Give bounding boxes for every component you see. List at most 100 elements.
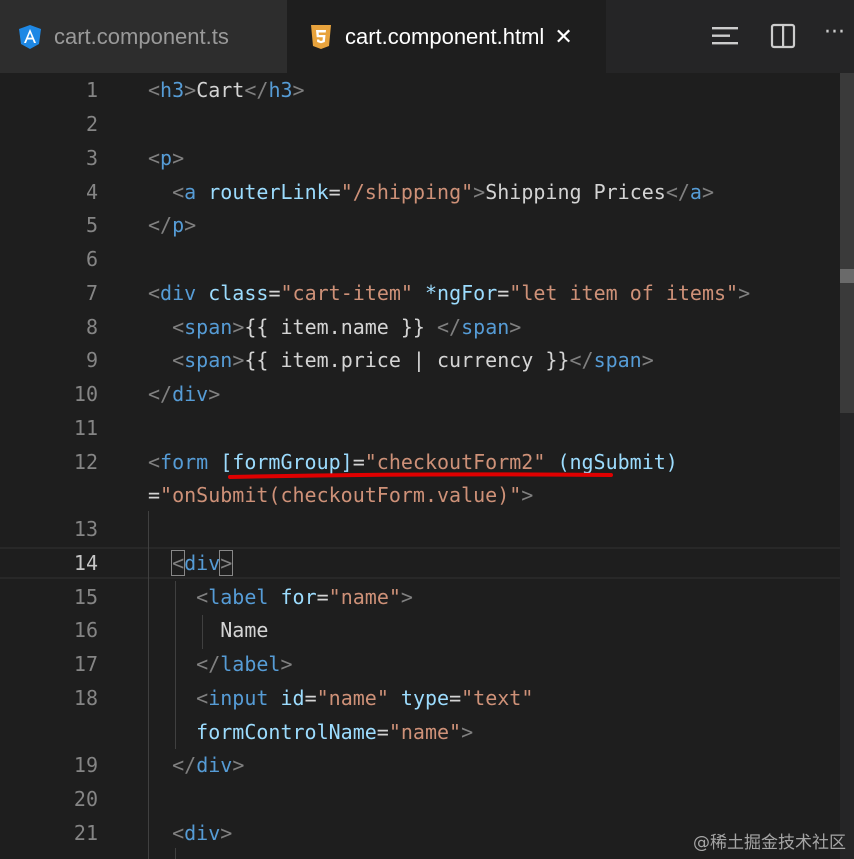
code-token: span <box>184 348 233 372</box>
code-token: h3 <box>160 78 185 102</box>
code-token: > <box>208 382 221 406</box>
line-number: 3 <box>85 146 98 170</box>
code-line: 17 </label> <box>0 647 854 681</box>
code-token: for <box>280 585 317 609</box>
code-line: 5 </p> <box>0 208 854 242</box>
code-token: = <box>376 720 389 744</box>
code-token: a <box>184 180 197 204</box>
split-editor-icon[interactable] <box>769 22 797 54</box>
line-number: 12 <box>73 450 98 474</box>
code-token: > <box>184 213 197 237</box>
line-number: 6 <box>85 247 98 271</box>
code-line: ="onSubmit(checkoutForm.value)"> <box>0 478 854 512</box>
code-token: Name <box>148 618 269 642</box>
line-number: 19 <box>73 753 98 777</box>
line-number: 10 <box>73 382 98 406</box>
code-token: "name" <box>316 686 389 710</box>
code-token: {{ item.price | currency }} <box>244 348 570 372</box>
line-number: 7 <box>85 281 98 305</box>
code-token: > <box>232 753 245 777</box>
line-code: <a routerLink="/shipping">Shipping Price… <box>148 175 714 209</box>
code-line: 16 Name <box>0 613 854 647</box>
code-token: < <box>171 550 186 576</box>
code-token: > <box>701 180 715 204</box>
code-token: > <box>461 720 474 744</box>
code-token: </ <box>172 753 197 777</box>
code-token: < <box>172 348 185 372</box>
code-token: > <box>400 585 413 609</box>
code-token: = <box>148 483 161 507</box>
code-token: = <box>316 585 329 609</box>
line-code: <div class="cart-item" *ngFor="let item … <box>148 276 750 310</box>
code-token: formControlName <box>196 720 377 744</box>
code-token: < <box>172 180 185 204</box>
code-token: "let item of items" <box>509 281 739 305</box>
code-token: Cart <box>196 78 245 102</box>
code-line: 4 <a routerLink="/shipping">Shipping Pri… <box>0 175 854 209</box>
code-token: div <box>172 382 209 406</box>
code-token: > <box>473 180 486 204</box>
code-token: class <box>208 281 269 305</box>
code-token: </ <box>437 315 462 339</box>
line-number: 20 <box>73 787 98 811</box>
code-line: 14 <div> <box>0 546 854 580</box>
close-icon[interactable]: ✕ <box>554 24 572 50</box>
code-line: 3 <p> <box>0 141 854 175</box>
line-code: <label for="name"> <box>148 580 413 614</box>
code-editor[interactable]: 1 <h3>Cart</h3> 2 3 <p> 4 <a routerLink="/shi… <box>0 73 854 859</box>
line-number: 1 <box>85 78 98 102</box>
code-token: > <box>220 821 233 845</box>
line-number: 13 <box>73 517 98 541</box>
tab-cart-component-html[interactable]: cart.component.html ✕ <box>287 0 606 73</box>
code-line: 8 <span>{{ item.name }} </span> <box>0 310 854 344</box>
code-line: 11 <box>0 411 854 445</box>
code-token: > <box>184 78 197 102</box>
code-token: Shipping Prices <box>485 180 666 204</box>
code-token: span <box>184 315 233 339</box>
line-code: <div> <box>148 546 234 580</box>
line-number: 5 <box>85 213 98 237</box>
code-token: p <box>160 146 173 170</box>
code-token: "/shipping" <box>340 180 474 204</box>
code-token: </ <box>148 213 173 237</box>
code-token: div <box>184 821 221 845</box>
code-token: input <box>208 686 269 710</box>
code-token: > <box>232 315 245 339</box>
code-token: form <box>160 450 209 474</box>
code-token: span <box>593 348 642 372</box>
code-token: "onSubmit(checkoutForm.value)" <box>160 483 522 507</box>
tab-bar: cart.component.ts cart.component.html ✕ … <box>0 0 854 73</box>
outline-icon[interactable] <box>710 22 740 54</box>
code-line: 2 <box>0 107 854 141</box>
line-code: ="onSubmit(checkoutForm.value)"> <box>148 478 533 512</box>
tab-label: cart.component.html <box>345 23 545 49</box>
angular-icon <box>18 24 42 50</box>
code-line: 18 <input id="name" type="text" <box>0 681 854 715</box>
code-token: p <box>172 213 185 237</box>
code-line: formControlName="name"> <box>0 715 854 749</box>
tab-cart-component-ts[interactable]: cart.component.ts <box>0 0 287 73</box>
code-line: 9 <span>{{ item.price | currency }}</spa… <box>0 343 854 377</box>
scrollbar-thumb[interactable] <box>840 73 854 413</box>
line-code: <span>{{ item.price | currency }}</span> <box>148 343 654 377</box>
line-code: <input id="name" type="text" <box>148 681 533 715</box>
code-token: routerLink <box>208 180 329 204</box>
code-token: > <box>292 78 305 102</box>
red-underline-annotation <box>228 472 613 479</box>
more-actions-icon[interactable]: ··· <box>824 20 845 45</box>
code-token: "name" <box>388 720 462 744</box>
code-token: label <box>208 585 269 609</box>
line-number: 21 <box>73 821 98 845</box>
code-token: < <box>172 821 185 845</box>
code-token: > <box>641 348 654 372</box>
